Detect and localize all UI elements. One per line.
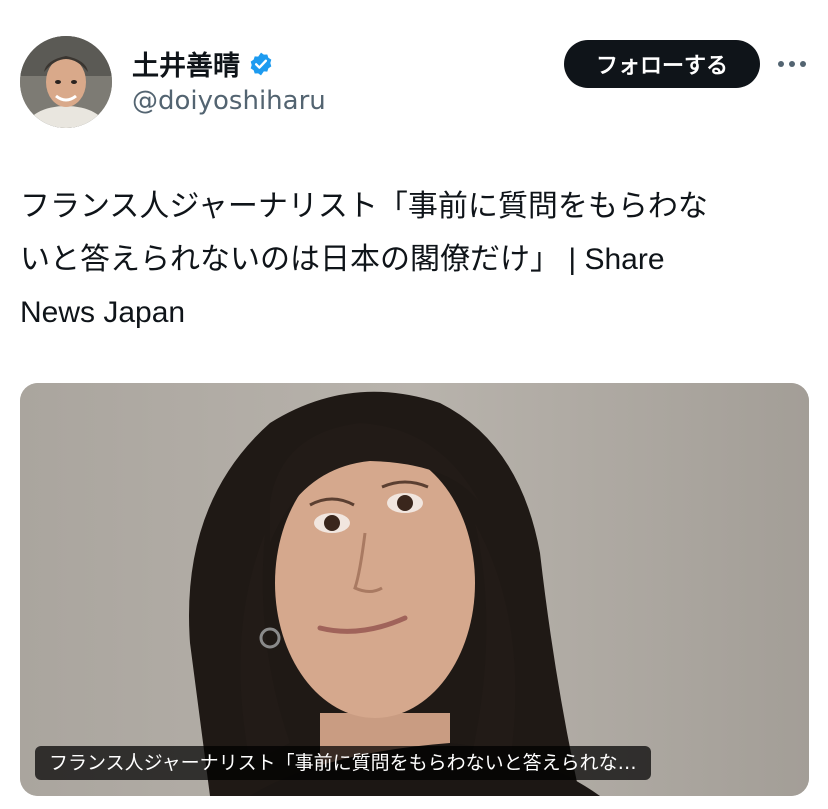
tweet-header: 土井善晴 @doiyoshiharu フォローする (20, 36, 810, 132)
author-handle[interactable]: @doiyoshiharu (132, 86, 326, 116)
verified-badge-icon (250, 52, 272, 75)
more-dots-icon (778, 61, 806, 67)
card-image (20, 383, 809, 796)
more-options-button[interactable] (774, 50, 810, 78)
tweet-text-line: フランス人ジャーナリスト「事前に質問をもらわな (20, 190, 708, 223)
card-caption: フランス人ジャーナリスト「事前に質問をもらわないと答えられな… (35, 746, 651, 780)
author-name-row[interactable]: 土井善晴 (132, 44, 274, 83)
tweet-text-line: いと答えられないのは日本の閣僚だけ」 | Share (20, 243, 665, 276)
author-display-name[interactable]: 土井善晴 (132, 44, 240, 83)
follow-button[interactable]: フォローする (564, 40, 760, 88)
tweet-text-line: News Japan (20, 296, 186, 329)
avatar[interactable] (20, 36, 112, 128)
link-card[interactable]: フランス人ジャーナリスト「事前に質問をもらわないと答えられな… (20, 383, 809, 796)
tweet-text: フランス人ジャーナリスト「事前に質問をもらわな いと答えられないのは日本の閣僚だ… (20, 180, 808, 339)
avatar-image (20, 36, 112, 128)
